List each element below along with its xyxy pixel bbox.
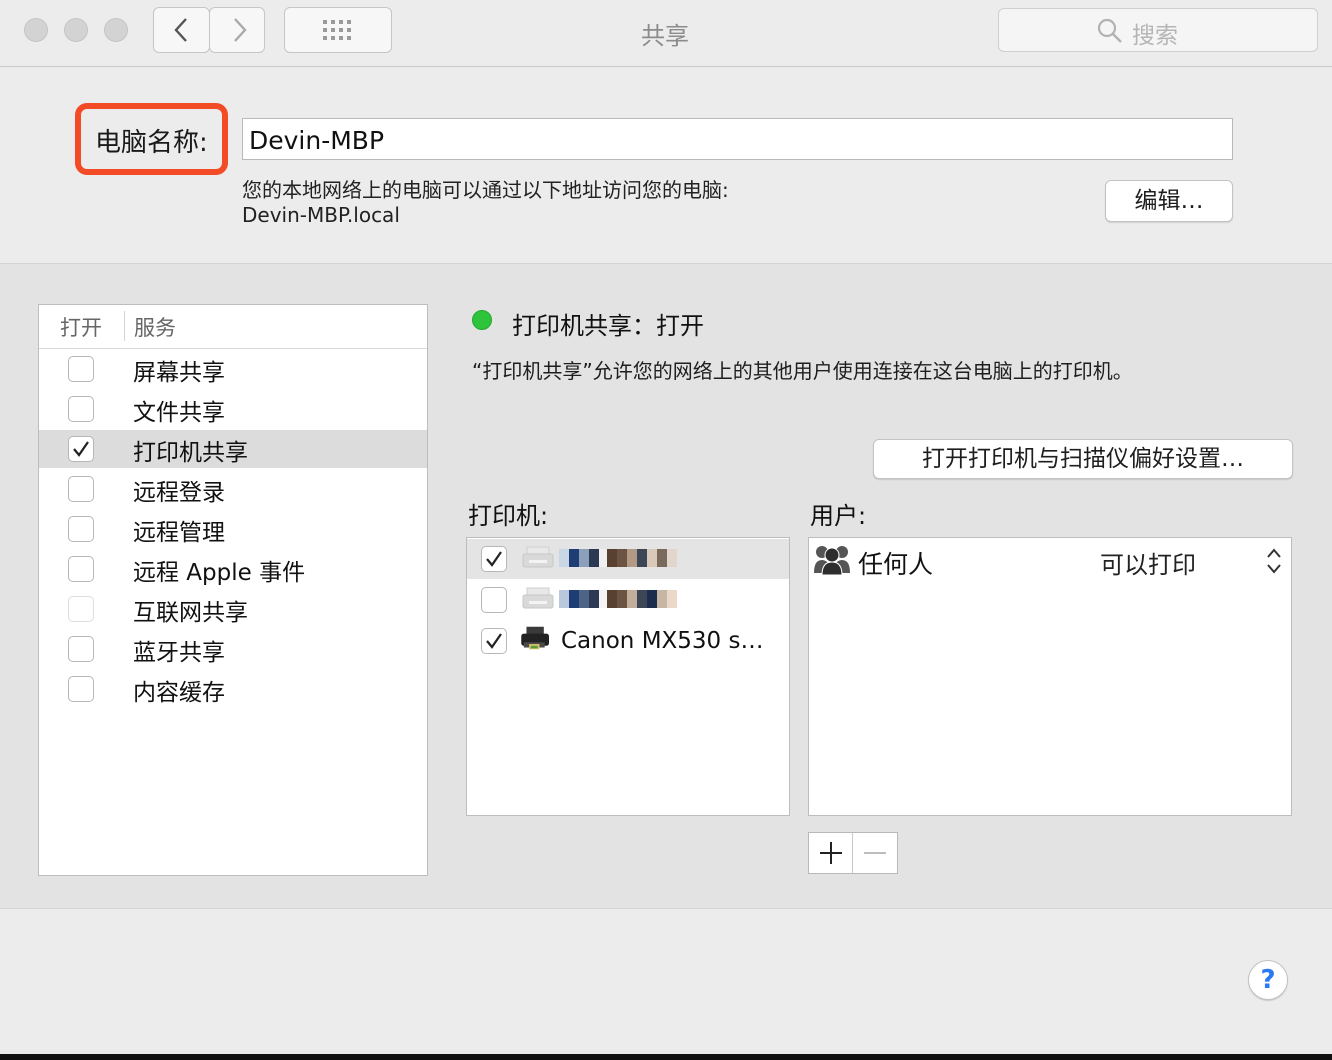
service-checkbox[interactable] (68, 396, 94, 422)
printer-icon (522, 587, 554, 609)
service-row-printer-sharing[interactable]: 打印机共享 (39, 430, 427, 468)
open-printer-prefs-button[interactable]: 打开打印机与扫描仪偏好设置… (873, 439, 1293, 479)
service-label: 远程 Apple 事件 (133, 560, 306, 586)
service-row-screen-sharing[interactable]: 屏幕共享 (39, 350, 427, 388)
service-row-remote-apple-events[interactable]: 远程 Apple 事件 (39, 550, 427, 588)
users-label: 用户: (810, 502, 867, 530)
status-text: 打印机共享：打开 (512, 312, 704, 340)
printer-icon (521, 626, 549, 650)
close-window-button[interactable] (24, 18, 48, 42)
service-label: 蓝牙共享 (133, 640, 225, 666)
service-checkbox[interactable] (68, 476, 94, 502)
checkmark-icon (486, 633, 502, 649)
back-button[interactable] (153, 7, 210, 53)
service-label: 打印机共享 (133, 440, 248, 466)
updown-chevron-icon[interactable] (1264, 546, 1284, 576)
column-divider (124, 311, 125, 341)
obscured-printer-name (559, 549, 677, 567)
printer-row[interactable] (467, 539, 789, 579)
service-label: 远程登录 (133, 480, 225, 506)
add-user-button[interactable] (818, 840, 844, 866)
column-header-open[interactable]: 打开 (60, 312, 102, 342)
obscured-printer-name (559, 590, 677, 608)
highlight-box (75, 103, 228, 175)
status-indicator (472, 310, 492, 330)
service-row-content-caching[interactable]: 内容缓存 (39, 670, 427, 708)
column-header-service[interactable]: 服务 (134, 312, 176, 342)
service-row-bluetooth-sharing[interactable]: 蓝牙共享 (39, 630, 427, 668)
computer-name-field[interactable] (242, 118, 1233, 160)
printer-checkbox[interactable] (481, 587, 507, 613)
local-address: Devin-MBP.local (242, 203, 400, 227)
service-checkbox[interactable] (68, 356, 94, 382)
chevron-left-icon (174, 18, 187, 42)
service-label: 互联网共享 (133, 600, 248, 626)
printer-row[interactable]: Canon MX530 s… (467, 621, 789, 661)
printer-icon (522, 546, 554, 568)
help-button[interactable]: ? (1248, 960, 1288, 1000)
window-bottom-edge (0, 1054, 1332, 1060)
service-checkbox[interactable] (68, 676, 94, 702)
service-label: 文件共享 (133, 400, 225, 426)
checkmark-icon (486, 551, 502, 567)
service-checkbox[interactable] (68, 436, 94, 462)
service-row-file-sharing[interactable]: 文件共享 (39, 390, 427, 428)
printers-label: 打印机: (468, 502, 549, 530)
window-title: 共享 (641, 22, 689, 50)
grid-icon (323, 20, 351, 40)
service-row-remote-login[interactable]: 远程登录 (39, 470, 427, 508)
minimize-window-button[interactable] (64, 18, 88, 42)
remove-user-button[interactable] (862, 840, 888, 866)
service-row-remote-management[interactable]: 远程管理 (39, 510, 427, 548)
computer-name-value: Devin-MBP (249, 126, 385, 155)
service-checkbox (68, 596, 94, 622)
service-label: 内容缓存 (133, 680, 225, 706)
service-row-internet-sharing[interactable]: 互联网共享 (39, 590, 427, 628)
forward-button[interactable] (209, 7, 265, 53)
search-placeholder: 搜索 (1132, 23, 1178, 49)
chevron-right-icon (234, 18, 247, 42)
printer-name: Canon MX530 s… (561, 628, 764, 654)
service-checkbox[interactable] (68, 636, 94, 662)
group-icon (814, 546, 850, 575)
show-all-button[interactable] (284, 7, 392, 53)
add-remove-divider (852, 833, 853, 873)
user-permission[interactable]: 可以打印 (1100, 545, 1196, 580)
service-label: 远程管理 (133, 520, 225, 546)
service-label: 屏幕共享 (133, 360, 225, 386)
search-icon (1097, 18, 1122, 43)
status-description: “打印机共享”允许您的网络上的其他用户使用连接在这台电脑上的打印机。 (472, 359, 1133, 383)
printer-row[interactable] (467, 580, 789, 620)
service-checkbox[interactable] (68, 556, 94, 582)
printer-checkbox[interactable] (481, 628, 507, 654)
service-checkbox[interactable] (68, 516, 94, 542)
user-name: 任何人 (858, 550, 934, 579)
edit-button[interactable]: 编辑… (1105, 180, 1233, 222)
address-description: 您的本地网络上的电脑可以通过以下地址访问您的电脑: (242, 178, 729, 202)
zoom-window-button[interactable] (104, 18, 128, 42)
checkmark-icon (73, 441, 89, 457)
printer-checkbox[interactable] (481, 546, 507, 572)
